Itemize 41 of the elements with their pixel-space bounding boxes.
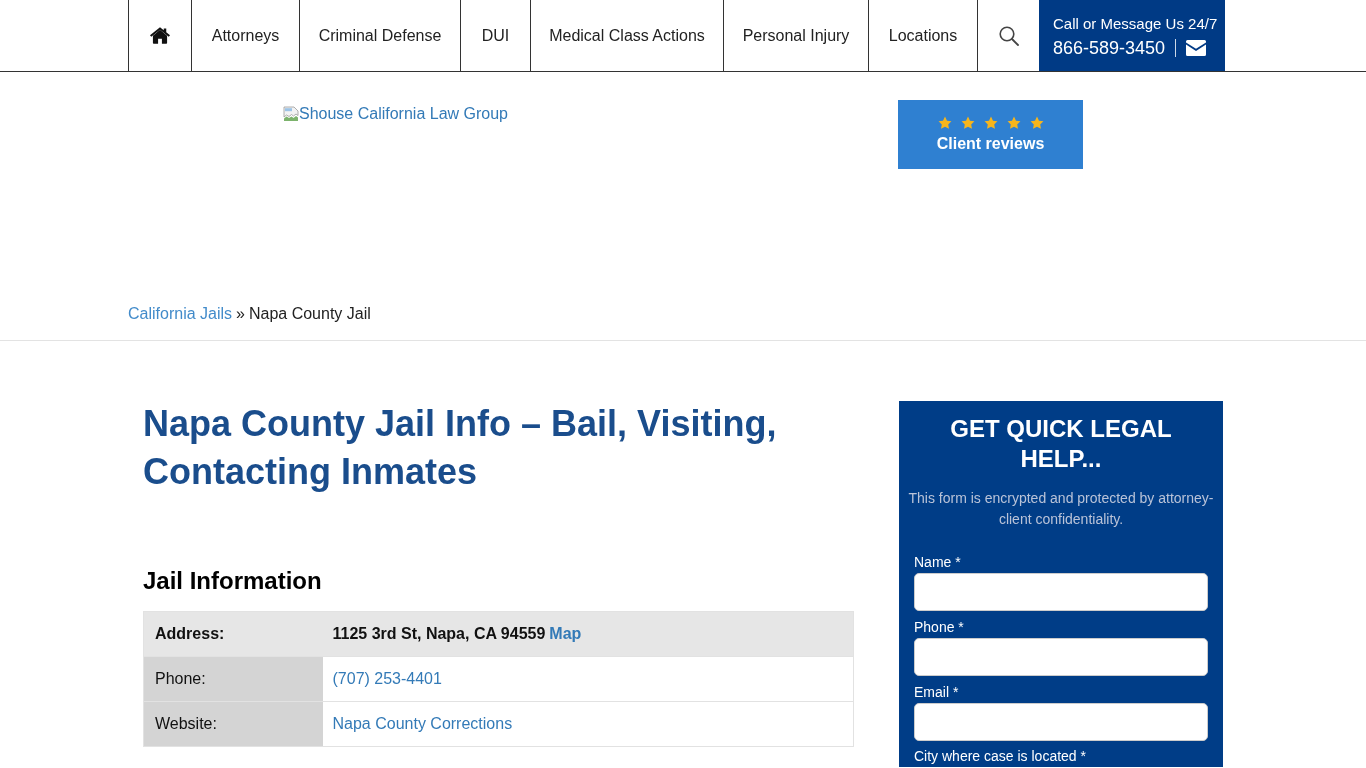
field-label: City where case is located * (914, 747, 1087, 765)
nav-link[interactable]: Locations (869, 0, 978, 71)
contact-label: Call or Message Us 24/7 (1053, 15, 1219, 33)
nav-link[interactable]: Medical Class Actions (531, 0, 724, 71)
breadcrumb-link[interactable]: California Jails (128, 304, 233, 324)
email-link[interactable] (1186, 40, 1207, 56)
form-note: This form is encrypted and protected by attorney-client confidentiality. (908, 489, 1214, 529)
envelope-icon (1186, 40, 1207, 56)
field-label: Phone * (914, 618, 965, 637)
logo-link[interactable]: Shouse California Law Group (283, 105, 508, 123)
input-field[interactable] (914, 573, 1208, 611)
table-cell: Website: (143, 701, 323, 747)
client-reviews-button[interactable]: Client reviews (898, 100, 1083, 169)
breadcrumb-current: Napa County Jail (248, 304, 371, 324)
table-link[interactable]: Map (549, 625, 582, 642)
input-field[interactable] (914, 703, 1208, 741)
input-field[interactable] (914, 638, 1208, 676)
nav-link[interactable]: Attorneys (192, 0, 300, 71)
nav-link[interactable]: Personal Injury (724, 0, 869, 71)
nav-link[interactable]: Criminal Defense (300, 0, 461, 71)
phone-link[interactable]: 866-589-3450 (1053, 38, 1166, 58)
form-title: GET QUICK LEGAL HELP... (949, 414, 1173, 474)
address-text: 1125 3rd St, Napa, CA 94559 (332, 625, 546, 642)
star-icon (1006, 116, 1021, 130)
page-title: Napa County Jail Info – Bail, Visiting, Contacting Inmates (143, 402, 778, 494)
table-link[interactable]: Napa County Corrections (332, 715, 513, 732)
home-icon (150, 27, 170, 44)
table-cell: Phone: (143, 656, 323, 702)
section-heading: Jail Information (143, 566, 323, 596)
nav-link[interactable]: DUI (461, 0, 531, 71)
search-icon (998, 25, 1019, 46)
field-label: Name * (914, 553, 962, 572)
breadcrumb-separator: » (236, 304, 245, 324)
field-label: Email * (914, 683, 960, 702)
table-cell: Address: (143, 611, 323, 657)
star-icon (937, 116, 952, 130)
broken-image-icon (283, 106, 299, 122)
star-icon (1029, 116, 1044, 130)
star-icon (960, 116, 975, 130)
star-icon (983, 116, 998, 130)
table-link[interactable]: (707) 253-4401 (332, 670, 442, 687)
